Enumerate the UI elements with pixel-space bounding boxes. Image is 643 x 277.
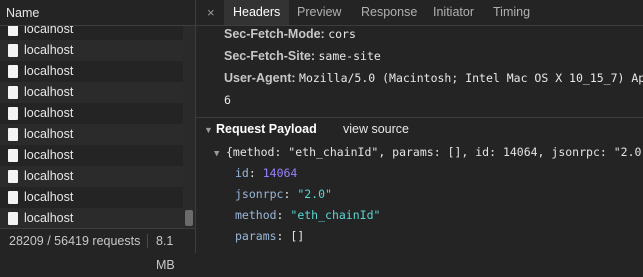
property-value: "eth_chainId" bbox=[290, 208, 381, 222]
request-name: localhost bbox=[24, 190, 74, 204]
payload-property: method: "eth_chainId" bbox=[235, 208, 381, 222]
file-icon bbox=[8, 65, 18, 78]
property-key: id bbox=[235, 166, 249, 180]
request-name: localhost bbox=[24, 64, 74, 78]
request-name: localhost bbox=[24, 85, 74, 99]
file-icon bbox=[8, 86, 18, 99]
tab-headers[interactable]: Headers bbox=[224, 0, 290, 25]
section-divider bbox=[196, 117, 643, 118]
payload-summary-text: {method: "eth_chainId", params: [], id: … bbox=[226, 145, 643, 159]
file-icon bbox=[8, 44, 18, 57]
payload-property: id: 14064 bbox=[235, 166, 298, 180]
payload-property: params: [] bbox=[235, 229, 305, 243]
property-value: [] bbox=[290, 229, 305, 243]
header-key: Sec-Fetch-Site: bbox=[224, 49, 315, 63]
request-rows: localhost localhost localhost localhost … bbox=[0, 26, 183, 228]
request-row[interactable]: localhost bbox=[0, 208, 183, 228]
status-divider bbox=[147, 234, 148, 248]
request-row[interactable]: localhost bbox=[0, 145, 183, 166]
request-row[interactable]: localhost bbox=[0, 26, 183, 40]
status-bar: 28209 / 56419 requests 8.1 MB bbox=[0, 228, 195, 272]
file-icon bbox=[8, 26, 18, 36]
request-row[interactable]: localhost bbox=[0, 187, 183, 208]
request-name: localhost bbox=[24, 43, 74, 57]
request-payload-header[interactable]: ▼ Request Payload bbox=[204, 122, 317, 136]
file-icon bbox=[8, 170, 18, 183]
transferred-size: 8.1 MB bbox=[156, 234, 175, 272]
request-row[interactable]: localhost bbox=[0, 82, 183, 103]
request-payload-title: Request Payload bbox=[216, 122, 317, 136]
header-key: Sec-Fetch-Mode: bbox=[224, 27, 325, 41]
request-list-panel: Name localhost localhost localhost local… bbox=[0, 0, 196, 272]
expanded-triangle-icon[interactable]: ▼ bbox=[214, 149, 226, 159]
request-list-scrollbar[interactable] bbox=[183, 26, 195, 228]
file-icon bbox=[8, 128, 18, 141]
tab-initiator[interactable]: Initiator bbox=[424, 0, 483, 25]
request-row[interactable]: localhost bbox=[0, 166, 183, 187]
view-source-link[interactable]: view source bbox=[343, 122, 409, 136]
file-icon bbox=[8, 191, 18, 204]
request-count: 28209 / 56419 requests bbox=[9, 234, 141, 248]
file-icon bbox=[8, 107, 18, 120]
property-key: jsonrpc bbox=[235, 187, 284, 201]
tab-preview[interactable]: Preview bbox=[288, 0, 350, 25]
request-row[interactable]: localhost bbox=[0, 124, 183, 145]
property-value: 14064 bbox=[262, 166, 298, 180]
request-row[interactable]: localhost bbox=[0, 103, 183, 124]
header-line: Sec-Fetch-Mode: cors bbox=[224, 27, 356, 41]
payload-property: jsonrpc: "2.0" bbox=[235, 187, 332, 201]
request-name: localhost bbox=[24, 106, 74, 120]
header-value: Mozilla/5.0 (Macintosh; Intel Mac OS X 1… bbox=[299, 71, 643, 85]
name-column-header[interactable]: Name bbox=[0, 0, 195, 26]
file-icon bbox=[8, 149, 18, 162]
request-name: localhost bbox=[24, 127, 74, 141]
payload-summary[interactable]: ▼ {method: "eth_chainId", params: [], id:… bbox=[214, 145, 643, 159]
file-icon bbox=[8, 212, 18, 225]
property-key: method bbox=[235, 208, 277, 222]
property-key: params bbox=[235, 229, 277, 243]
header-value-continuation: 6 bbox=[224, 93, 231, 107]
header-line: Sec-Fetch-Site: same-site bbox=[224, 49, 381, 63]
header-value: cors bbox=[328, 27, 356, 41]
details-tab-bar: × Headers Preview Response Initiator Tim… bbox=[196, 0, 643, 26]
header-line: User-Agent: Mozilla/5.0 (Macintosh; Inte… bbox=[224, 71, 643, 85]
scrollbar-thumb[interactable] bbox=[185, 210, 193, 226]
request-name: localhost bbox=[24, 148, 74, 162]
request-row[interactable]: localhost bbox=[0, 40, 183, 61]
request-details-panel: × Headers Preview Response Initiator Tim… bbox=[196, 0, 643, 253]
request-name: localhost bbox=[24, 169, 74, 183]
close-icon[interactable]: × bbox=[207, 0, 215, 25]
expanded-triangle-icon[interactable]: ▼ bbox=[204, 125, 216, 135]
header-value: same-site bbox=[318, 49, 381, 63]
request-name: localhost bbox=[24, 211, 74, 225]
tab-timing[interactable]: Timing bbox=[484, 0, 539, 25]
property-value: "2.0" bbox=[297, 187, 332, 201]
request-row[interactable]: localhost bbox=[0, 61, 183, 82]
tab-response[interactable]: Response bbox=[352, 0, 426, 25]
request-name: localhost bbox=[24, 26, 74, 36]
header-key: User-Agent: bbox=[224, 71, 296, 85]
